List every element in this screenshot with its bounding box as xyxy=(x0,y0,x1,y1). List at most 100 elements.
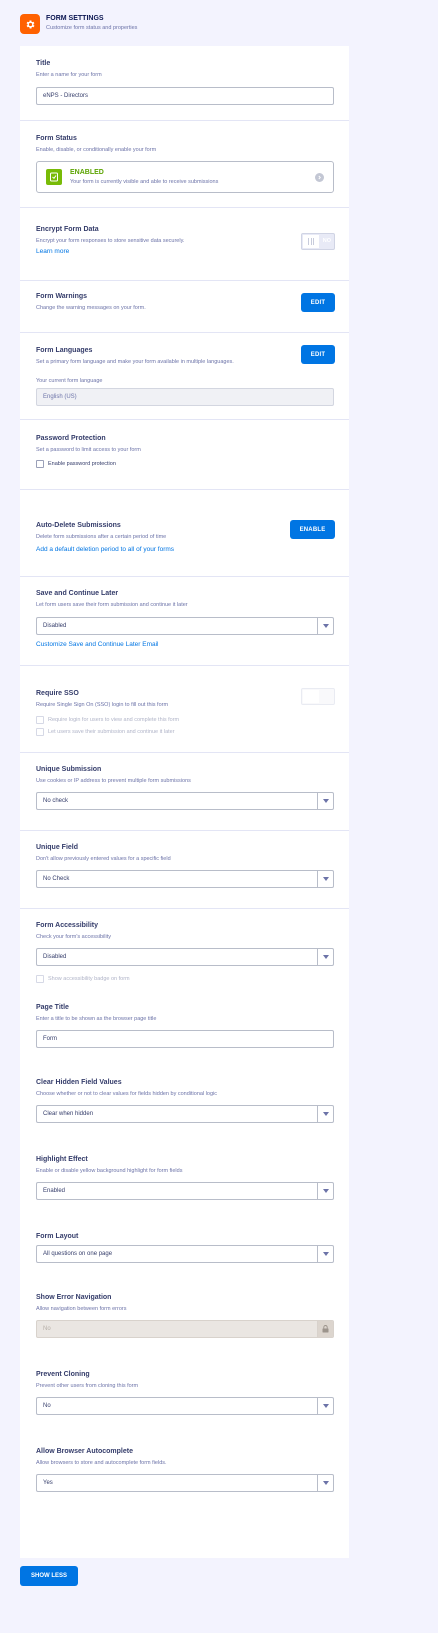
autocomplete-select[interactable]: Yes xyxy=(36,1474,334,1492)
accessibility-description: Check your form's accessibility xyxy=(36,934,112,940)
highlight-select[interactable]: Enabled xyxy=(36,1182,334,1200)
sso-section: Require SSO Require Single Sign On (SSO)… xyxy=(20,666,349,753)
deletion-period-link[interactable]: Add a default deletion period to all of … xyxy=(36,546,174,553)
save-continue-email-link[interactable]: Customize Save and Continue Later Email xyxy=(36,641,158,648)
form-status-label: Form Status xyxy=(36,135,77,142)
chevron-down-icon xyxy=(317,871,333,887)
form-status-section: Form Status Enable, disable, or conditio… xyxy=(20,121,349,208)
sso-option-1-label: Require login for users to view and comp… xyxy=(48,717,180,723)
sso-option-1[interactable]: Require login for users to view and comp… xyxy=(36,716,179,724)
checkbox-box[interactable] xyxy=(36,728,44,736)
sso-option-2-label: Let users save their submission and cont… xyxy=(48,729,175,735)
chevron-down-icon xyxy=(317,1106,333,1122)
unique-field-select[interactable]: No Check xyxy=(36,870,334,888)
checkbox-box[interactable] xyxy=(36,460,44,468)
page-title: FORM SETTINGS xyxy=(46,15,104,22)
password-checkbox-label: Enable password protection xyxy=(48,461,116,467)
page-title-section: Page Title Enter a title to be shown as … xyxy=(20,1004,349,1079)
save-continue-label: Save and Continue Later xyxy=(36,590,119,597)
cloning-select[interactable]: No xyxy=(36,1397,334,1415)
show-less-button[interactable]: SHOW LESS xyxy=(20,1566,78,1586)
title-input[interactable]: eNPS - Directors xyxy=(36,87,334,105)
save-continue-select[interactable]: Disabled xyxy=(36,617,334,635)
learn-more-link[interactable]: Learn more xyxy=(36,248,69,255)
cloning-label: Prevent Cloning xyxy=(36,1371,90,1378)
toggle-knob xyxy=(303,235,319,248)
gear-icon xyxy=(20,14,40,34)
unique-submission-section: Unique Submission Use cookies or IP addr… xyxy=(20,753,349,831)
page-title-input[interactable]: Form xyxy=(36,1030,334,1048)
page-title-label: Page Title xyxy=(36,1004,69,1011)
checkbox-box[interactable] xyxy=(36,716,44,724)
accessibility-select[interactable]: Disabled xyxy=(36,948,334,966)
chevron-down-icon xyxy=(317,1398,333,1414)
password-label: Password Protection xyxy=(36,435,106,442)
highlight-section: Highlight Effect Enable or disable yello… xyxy=(20,1156,349,1231)
chevron-down-icon xyxy=(317,1475,333,1491)
title-label: Title xyxy=(36,60,51,67)
toggle-knob xyxy=(303,690,319,703)
sso-option-2[interactable]: Let users save their submission and cont… xyxy=(36,728,175,736)
page-title-description: Enter a title to be shown as the browser… xyxy=(36,1016,157,1022)
accessibility-badge-checkbox[interactable]: Show accessibility badge on form xyxy=(36,975,130,983)
unique-field-description: Don't allow previously entered values fo… xyxy=(36,856,171,862)
password-description: Set a password to limit access to your f… xyxy=(36,447,141,453)
form-status-description: Enable, disable, or conditionally enable… xyxy=(36,147,157,153)
password-checkbox[interactable]: Enable password protection xyxy=(36,460,116,468)
warnings-description: Change the warning messages on your form… xyxy=(36,305,146,311)
unique-submission-select[interactable]: No check xyxy=(36,792,334,810)
languages-edit-button[interactable]: EDIT xyxy=(301,345,335,364)
encrypt-label: Encrypt Form Data xyxy=(36,226,99,233)
error-nav-value: No xyxy=(43,1326,51,1332)
autocomplete-section: Allow Browser Autocomplete Allow browser… xyxy=(20,1448,349,1523)
checkbox-box[interactable] xyxy=(36,975,44,983)
autocomplete-value: Yes xyxy=(43,1480,53,1486)
form-enabled-icon xyxy=(46,169,62,185)
error-nav-label: Show Error Navigation xyxy=(36,1294,112,1301)
highlight-label: Highlight Effect xyxy=(36,1156,88,1163)
cloning-value: No xyxy=(43,1403,51,1409)
cloning-section: Prevent Cloning Prevent other users from… xyxy=(20,1371,349,1446)
encrypt-toggle[interactable]: NO xyxy=(301,233,335,250)
unique-submission-label: Unique Submission xyxy=(36,766,102,773)
cloning-description: Prevent other users from cloning this fo… xyxy=(36,1383,139,1389)
title-description: Enter a name for your form xyxy=(36,72,102,78)
layout-label: Form Layout xyxy=(36,1233,79,1240)
clear-hidden-value: Clear when hidden xyxy=(43,1111,94,1117)
chevron-down-icon xyxy=(317,949,333,965)
save-continue-description: Let form users save their form submissio… xyxy=(36,602,188,608)
error-nav-select: No xyxy=(36,1320,334,1338)
password-section: Password Protection Set a password to li… xyxy=(20,420,349,490)
unique-submission-description: Use cookies or IP address to prevent mul… xyxy=(36,778,191,784)
save-continue-value: Disabled xyxy=(43,623,67,629)
form-status-selector[interactable]: ENABLED Your form is currently visible a… xyxy=(36,161,334,193)
status-description: Your form is currently visible and able … xyxy=(70,179,219,185)
languages-section: Form Languages Set a primary form langua… xyxy=(20,333,349,420)
highlight-value: Enabled xyxy=(43,1188,66,1194)
encrypt-description: Encrypt your form responses to store sen… xyxy=(36,238,185,244)
encrypt-section: Encrypt Form Data Encrypt your form resp… xyxy=(20,208,349,281)
layout-value: All questions on one page xyxy=(43,1251,113,1257)
chevron-down-icon xyxy=(317,793,333,809)
accessibility-label: Form Accessibility xyxy=(36,922,98,929)
auto-delete-description: Delete form submissions after a certain … xyxy=(36,534,167,540)
settings-panel: Title Enter a name for your form eNPS - … xyxy=(20,46,349,1558)
error-nav-section: Show Error Navigation Allow navigation b… xyxy=(20,1294,349,1369)
auto-delete-label: Auto-Delete Submissions xyxy=(36,522,121,529)
sso-description: Require Single Sign On (SSO) login to fi… xyxy=(36,702,169,708)
auto-delete-enable-button[interactable]: ENABLE xyxy=(290,520,335,539)
clear-hidden-select[interactable]: Clear when hidden xyxy=(36,1105,334,1123)
layout-section: Form Layout All questions on one page xyxy=(20,1233,349,1288)
error-nav-description: Allow navigation between form errors xyxy=(36,1306,127,1312)
accessibility-section: Form Accessibility Check your form's acc… xyxy=(20,909,349,1004)
clear-hidden-label: Clear Hidden Field Values xyxy=(36,1079,122,1086)
page-subtitle: Customize form status and properties xyxy=(46,25,138,31)
layout-select[interactable]: All questions on one page xyxy=(36,1245,334,1263)
sso-toggle[interactable] xyxy=(301,688,335,705)
clear-hidden-description: Choose whether or not to clear values fo… xyxy=(36,1091,217,1097)
languages-label: Form Languages xyxy=(36,347,93,354)
sso-label: Require SSO xyxy=(36,690,79,697)
unique-field-value: No Check xyxy=(43,876,70,882)
title-section: Title Enter a name for your form eNPS - … xyxy=(20,46,349,121)
warnings-edit-button[interactable]: EDIT xyxy=(301,293,335,312)
